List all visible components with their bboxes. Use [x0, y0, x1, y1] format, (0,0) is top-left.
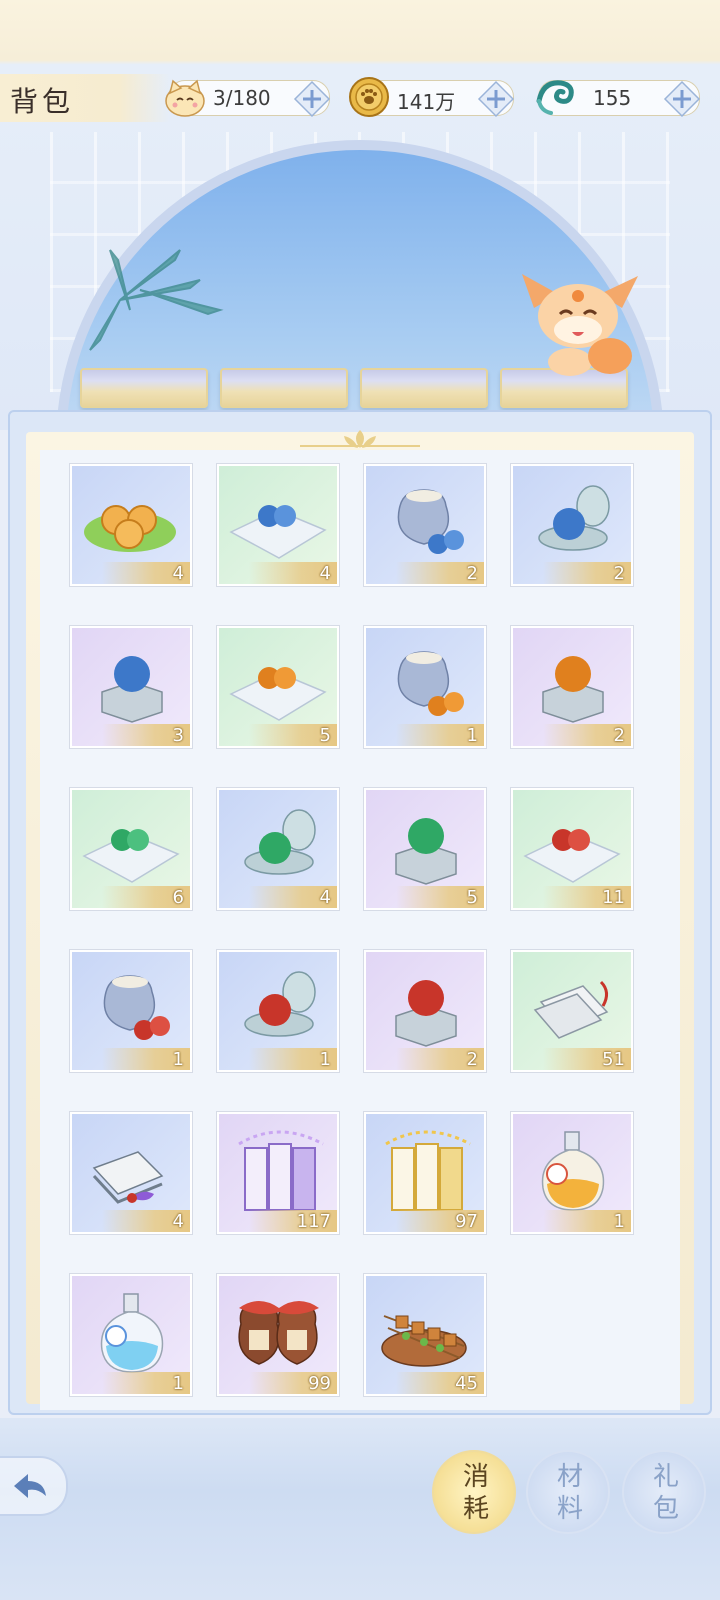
item-count: 2 — [613, 725, 625, 746]
back-arrow-icon — [14, 1474, 46, 1498]
jade-dragon-icon — [536, 80, 574, 115]
title-panel: 背包 — [0, 74, 170, 122]
tab-label-top: 材 — [556, 1462, 583, 1492]
inventory-item[interactable]: 51 — [511, 950, 633, 1072]
item-count: 4 — [172, 1211, 184, 1232]
item-count: 3 — [172, 725, 184, 746]
pet-pedestal-2[interactable] — [220, 368, 348, 408]
inventory-item[interactable]: 1 — [511, 1112, 633, 1234]
top-header: 背包 3/180 141万 155 — [0, 74, 720, 122]
inventory-item[interactable]: 11 — [511, 788, 633, 910]
item-count: 45 — [455, 1373, 478, 1394]
tab-label-top: 消 — [462, 1462, 489, 1492]
lotus-ornament-icon — [300, 430, 420, 448]
inventory-item[interactable]: 2 — [511, 626, 633, 748]
page-title: 背包 — [10, 85, 75, 118]
paw-coin-icon — [349, 77, 389, 117]
tab-label-bottom: 包 — [652, 1494, 679, 1524]
coins-value: 141万 — [397, 90, 456, 114]
item-count: 5 — [319, 725, 331, 746]
add-coins-button[interactable] — [477, 80, 515, 118]
inventory-item[interactable]: 1 — [70, 950, 192, 1072]
item-count: 1 — [466, 725, 478, 746]
inventory-item[interactable]: 1 — [217, 950, 339, 1072]
bag-capacity-display: 3/180 — [165, 79, 331, 118]
tab-gift-packs[interactable]: 礼 包 — [622, 1450, 706, 1534]
add-capacity-button[interactable] — [293, 80, 331, 118]
item-count: 4 — [319, 887, 331, 908]
inventory-item[interactable]: 97 — [364, 1112, 486, 1234]
add-jade-button[interactable] — [663, 80, 701, 118]
inventory-item[interactable]: 4 — [70, 464, 192, 586]
pet-pedestal-3[interactable] — [360, 368, 488, 408]
inventory-item[interactable]: 3 — [70, 626, 192, 748]
coins-display: 141万 — [349, 77, 515, 118]
item-count: 4 — [172, 563, 184, 584]
inventory-item[interactable]: 4 — [217, 788, 339, 910]
jade-display: 155 — [536, 80, 701, 118]
inventory-item[interactable]: 99 — [217, 1274, 339, 1396]
inventory-grid: 4 4 2 2 3 5 1 2 6 4 5 11 1 1 2 51 4 117 … — [40, 450, 680, 1410]
item-count: 99 — [308, 1373, 331, 1394]
item-count: 1 — [319, 1049, 331, 1070]
item-count: 2 — [466, 563, 478, 584]
inventory-item[interactable]: 5 — [364, 788, 486, 910]
item-count: 11 — [602, 887, 625, 908]
inventory-item[interactable]: 2 — [511, 464, 633, 586]
inventory-item[interactable]: 45 — [364, 1274, 486, 1396]
inventory-item[interactable]: 4 — [217, 464, 339, 586]
inventory-item[interactable]: 2 — [364, 464, 486, 586]
item-count: 6 — [172, 887, 184, 908]
item-count: 1 — [172, 1373, 184, 1394]
bag-capacity-value: 3/180 — [213, 86, 271, 110]
item-count: 51 — [602, 1049, 625, 1070]
item-count: 1 — [613, 1211, 625, 1232]
fox-pet-icon[interactable] — [514, 268, 642, 378]
item-count: 2 — [466, 1049, 478, 1070]
tab-label-bottom: 耗 — [462, 1494, 489, 1524]
item-count: 5 — [466, 887, 478, 908]
item-count: 97 — [455, 1211, 478, 1232]
tab-materials[interactable]: 材 料 — [526, 1450, 610, 1534]
inventory-item[interactable]: 6 — [70, 788, 192, 910]
item-count: 4 — [319, 563, 331, 584]
bamboo-decoration — [89, 249, 224, 351]
item-count: 2 — [613, 563, 625, 584]
item-count: 117 — [296, 1211, 331, 1232]
cat-face-icon — [165, 79, 205, 117]
item-count: 1 — [172, 1049, 184, 1070]
bottom-bar — [0, 1418, 720, 1600]
tab-consumables[interactable]: 消 耗 — [432, 1450, 516, 1534]
pet-pedestal-1[interactable] — [80, 368, 208, 408]
jade-value: 155 — [593, 86, 632, 110]
inventory-item[interactable]: 4 — [70, 1112, 192, 1234]
inventory-item[interactable]: 5 — [217, 626, 339, 748]
tab-label-bottom: 料 — [556, 1494, 583, 1524]
inventory-item[interactable]: 1 — [364, 626, 486, 748]
inventory-item[interactable]: 2 — [364, 950, 486, 1072]
inventory-item[interactable]: 117 — [217, 1112, 339, 1234]
inventory-item[interactable]: 1 — [70, 1274, 192, 1396]
tab-label-top: 礼 — [652, 1462, 679, 1492]
back-button[interactable] — [0, 1456, 68, 1516]
